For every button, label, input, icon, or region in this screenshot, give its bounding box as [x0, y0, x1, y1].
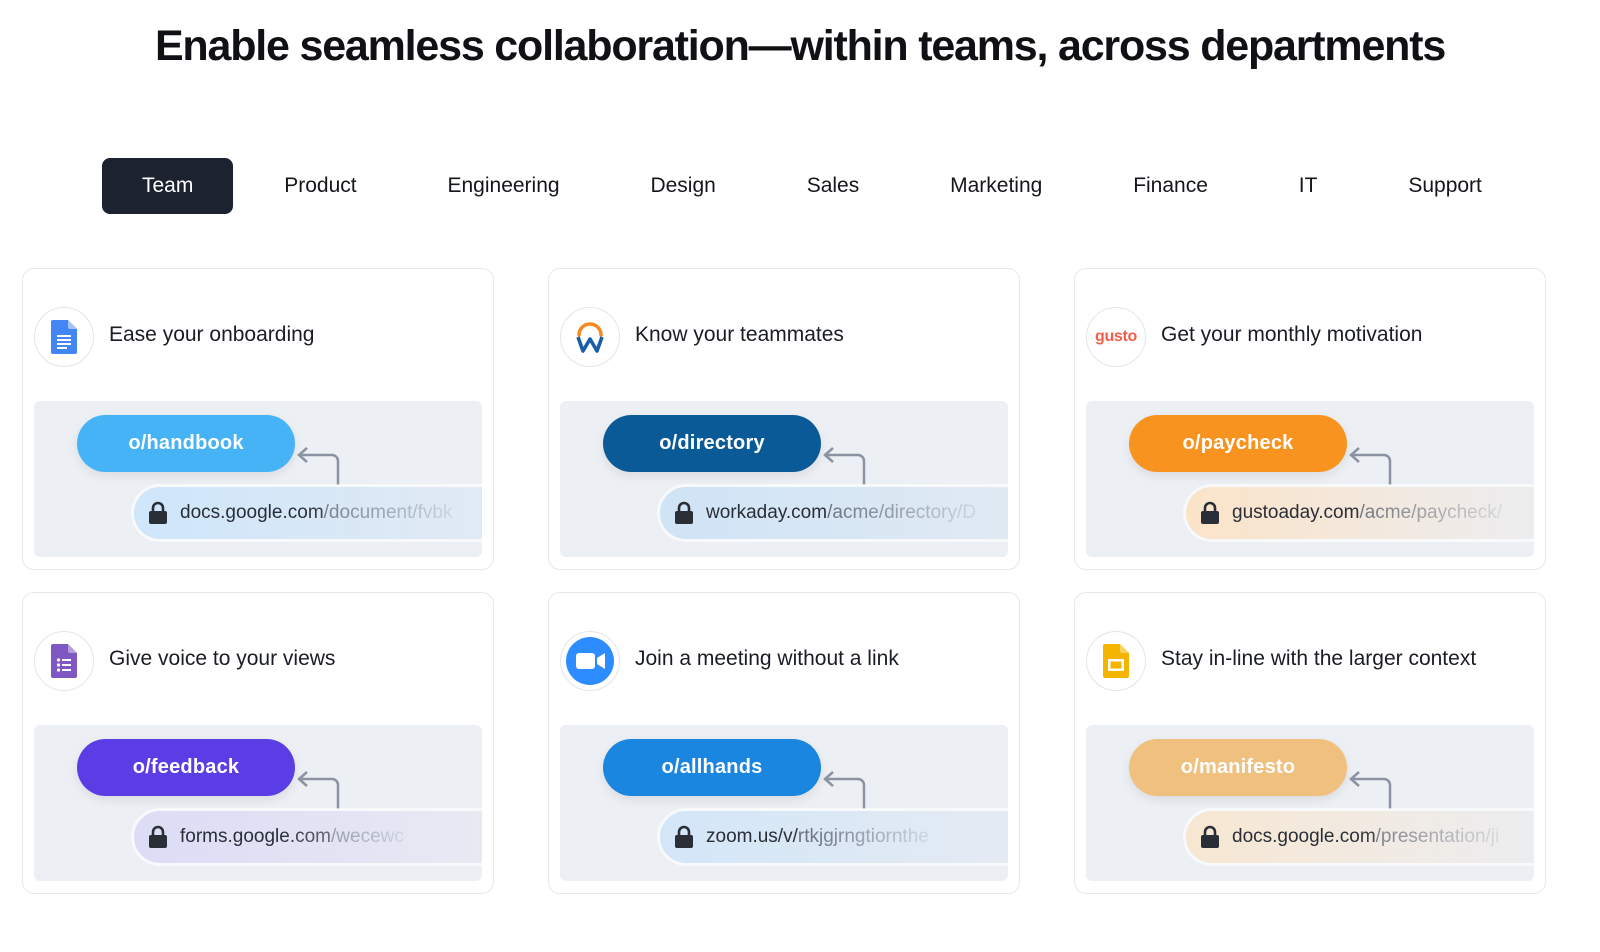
redirect-arrow-icon [1349, 771, 1392, 809]
department-tabs: Team Product Engineering Design Sales Ma… [102, 158, 1522, 214]
url-bar: forms.google.com/wecewc [134, 811, 482, 863]
card-title: Get your monthly motivation [1161, 323, 1423, 346]
use-case-card-onboarding[interactable]: Ease your onboarding o/handbook docs.goo… [22, 268, 494, 570]
card-title: Know your teammates [635, 323, 844, 346]
golink-pill[interactable]: o/directory [603, 415, 821, 472]
lock-icon [674, 501, 694, 525]
tab-sales[interactable]: Sales [767, 158, 900, 214]
tab-support[interactable]: Support [1368, 158, 1522, 214]
golink-pill[interactable]: o/manifesto [1129, 739, 1347, 796]
url-bar: docs.google.com/presentation/ji [1186, 811, 1534, 863]
url-path: /acme/directory/D [827, 502, 976, 523]
url-path: /wecewc [331, 826, 404, 847]
golink-demo: o/directory workaday.com/acme/directory/… [560, 401, 1008, 557]
url-path: /presentation/ji [1375, 826, 1500, 847]
redirect-arrow-icon [1349, 447, 1392, 485]
destination-url: docs.google.com/presentation/ji [1232, 826, 1499, 848]
url-host: docs.google.com [1232, 826, 1376, 847]
gusto-logo-text: gusto [1094, 328, 1138, 345]
destination-url: docs.google.com/document/fvbk [180, 502, 453, 524]
url-host: workaday.com [706, 502, 828, 523]
url-bar: workaday.com/acme/directory/D [660, 487, 1008, 539]
lock-icon [148, 825, 168, 849]
golink-pill[interactable]: o/allhands [603, 739, 821, 796]
use-case-card-motivation[interactable]: gusto Get your monthly motivation o/payc… [1074, 268, 1546, 570]
redirect-arrow-icon [297, 771, 340, 809]
use-case-card-meeting[interactable]: Join a meeting without a link o/allhands… [548, 592, 1020, 894]
use-case-card-feedback[interactable]: Give voice to your views o/feedback form… [22, 592, 494, 894]
golink-demo: o/allhands zoom.us/v/rtkjgjrngtiornthe [560, 725, 1008, 881]
url-host: forms.google.com [180, 826, 332, 847]
tab-finance[interactable]: Finance [1093, 158, 1248, 214]
url-host: gustoaday.com [1232, 502, 1360, 523]
zoom-icon [560, 631, 620, 691]
gusto-logo-icon: gusto [1086, 307, 1146, 367]
tab-engineering[interactable]: Engineering [407, 158, 599, 214]
workday-logo-icon [560, 307, 620, 367]
tab-team[interactable]: Team [102, 158, 234, 214]
golink-demo: o/paycheck gustoaday.com/acme/paycheck/ [1086, 401, 1534, 557]
redirect-arrow-icon [823, 447, 866, 485]
tab-it[interactable]: IT [1259, 158, 1358, 214]
golink-demo: o/manifesto docs.google.com/presentation… [1086, 725, 1534, 881]
tab-design[interactable]: Design [610, 158, 755, 214]
google-slides-icon [1086, 631, 1146, 691]
lock-icon [1200, 825, 1220, 849]
url-bar: zoom.us/v/rtkjgjrngtiornthe [660, 811, 1008, 863]
url-bar: gustoaday.com/acme/paycheck/ [1186, 487, 1534, 539]
lock-icon [148, 501, 168, 525]
golink-demo: o/feedback forms.google.com/wecewc [34, 725, 482, 881]
card-title: Join a meeting without a link [635, 647, 899, 670]
url-bar: docs.google.com/document/fvbk [134, 487, 482, 539]
redirect-arrow-icon [297, 447, 340, 485]
golink-pill[interactable]: o/feedback [77, 739, 295, 796]
google-forms-icon [34, 631, 94, 691]
google-docs-icon [34, 307, 94, 367]
lock-icon [674, 825, 694, 849]
card-title: Stay in-line with the larger context [1161, 647, 1477, 670]
destination-url: zoom.us/v/rtkjgjrngtiornthe [706, 826, 929, 848]
url-host: zoom.us/v/ [706, 826, 798, 847]
golink-demo: o/handbook docs.google.com/document/fvbk [34, 401, 482, 557]
lock-icon [1200, 501, 1220, 525]
page-title: Enable seamless collaboration—within tea… [154, 22, 1446, 70]
card-title: Ease your onboarding [109, 323, 315, 346]
destination-url: forms.google.com/wecewc [180, 826, 404, 848]
golink-pill[interactable]: o/handbook [77, 415, 295, 472]
url-path: /document/fvbk [323, 502, 453, 523]
url-path: /acme/paycheck/ [1359, 502, 1503, 523]
url-path: rtkjgjrngtiornthe [797, 826, 929, 847]
use-case-card-teammates[interactable]: Know your teammates o/directory workaday… [548, 268, 1020, 570]
destination-url: gustoaday.com/acme/paycheck/ [1232, 502, 1502, 524]
url-host: docs.google.com [180, 502, 324, 523]
destination-url: workaday.com/acme/directory/D [706, 502, 976, 524]
use-case-card-context[interactable]: Stay in-line with the larger context o/m… [1074, 592, 1546, 894]
redirect-arrow-icon [823, 771, 866, 809]
golink-pill[interactable]: o/paycheck [1129, 415, 1347, 472]
tab-marketing[interactable]: Marketing [910, 158, 1082, 214]
card-title: Give voice to your views [109, 647, 336, 670]
tab-product[interactable]: Product [244, 158, 396, 214]
